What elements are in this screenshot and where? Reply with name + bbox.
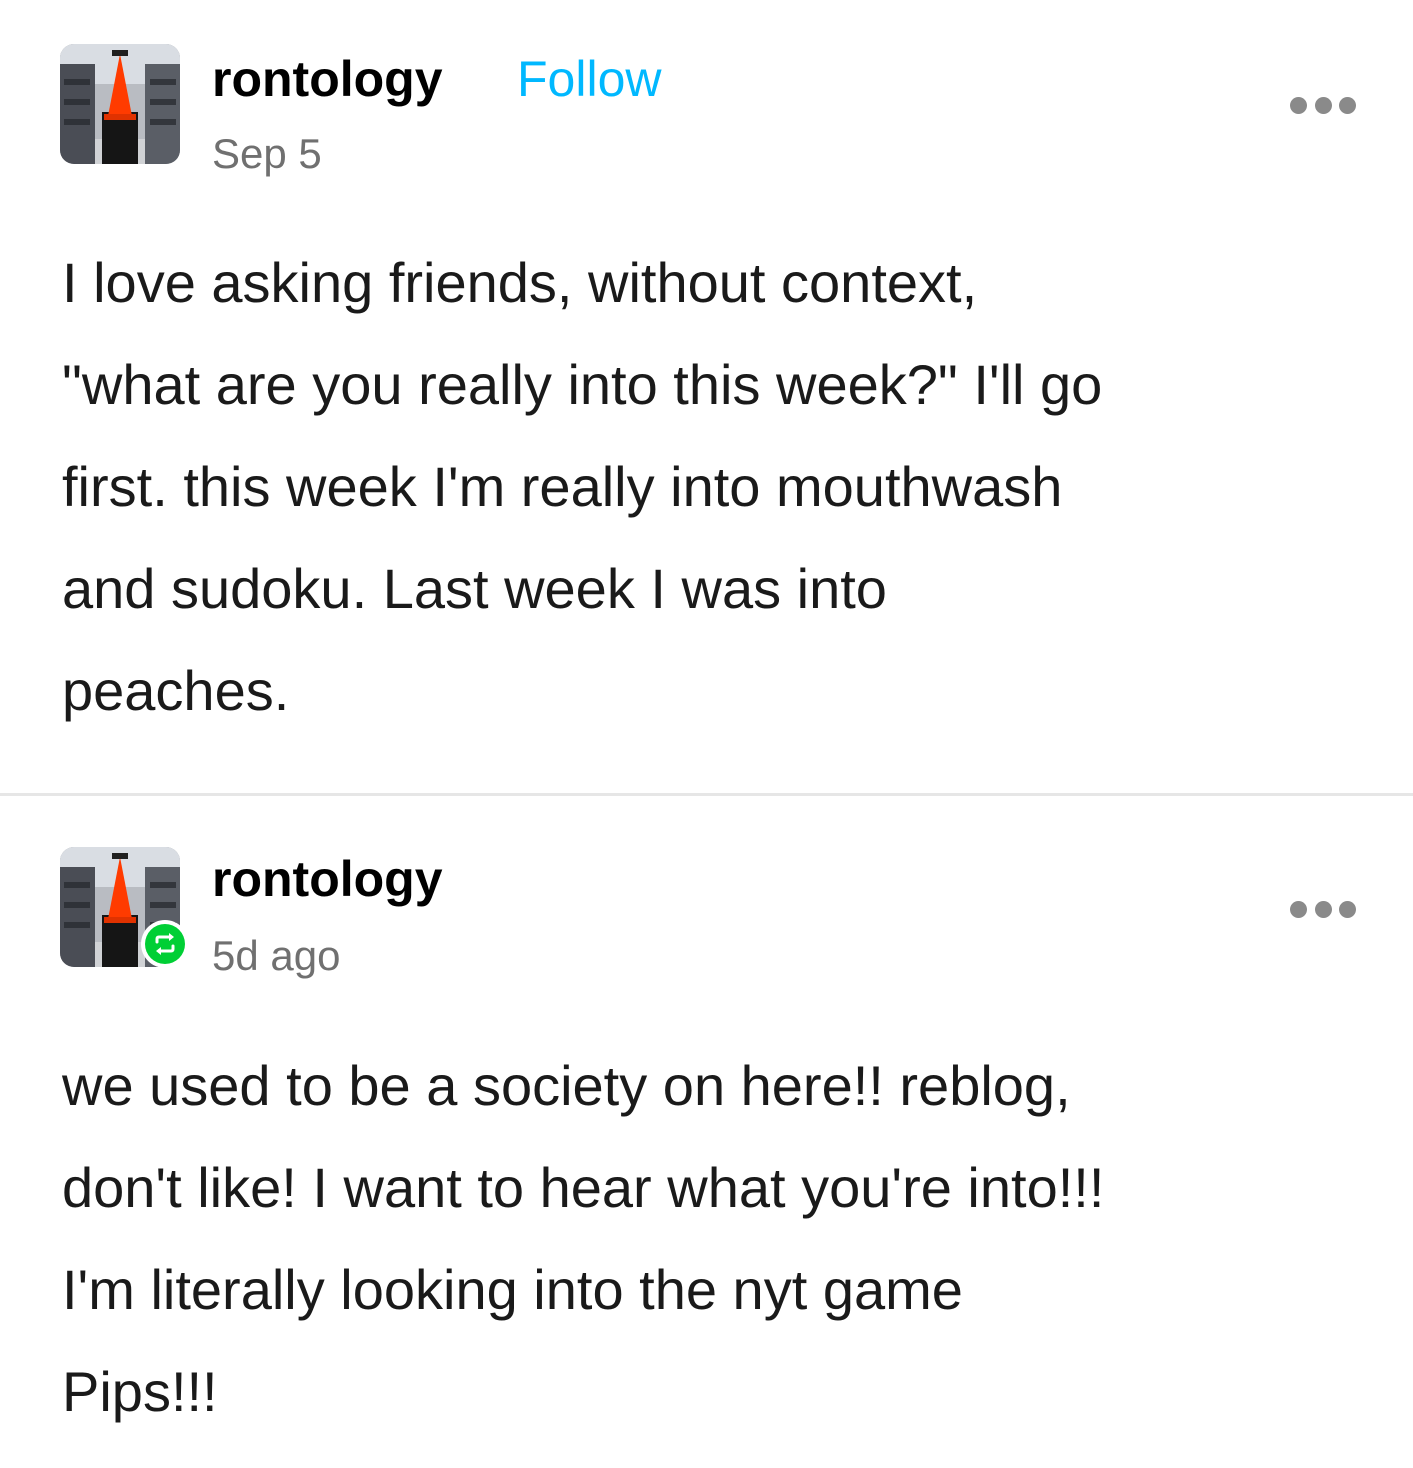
post-body-line: we used to be a society on here!! reblog… [62,1054,1071,1117]
dot [1314,900,1332,918]
post-body: we used to be a society on here!! reblog… [62,1035,1362,1443]
post-body-line: "what are you really into this week?" I'… [62,353,1103,416]
post-body-line: I'm literally looking into the nyt game [62,1258,963,1321]
post-body-line: Pips!!! [62,1360,218,1423]
post-body-line: don't like! I want to hear what you're i… [62,1156,1105,1219]
dot [1314,96,1332,114]
username[interactable]: rontology [212,854,443,904]
reblog-icon [145,924,185,964]
dot [1339,96,1356,114]
post-reblog: rontology 5d ago we used to be a society… [0,797,1413,1468]
username[interactable]: rontology [212,54,443,104]
post-body: I love asking friends, without context, … [62,232,1362,742]
more-options-icon[interactable] [1290,899,1356,919]
post-body-line: and sudoku. Last week I was into [62,557,887,620]
post-body-line: first. this week I'm really into mouthwa… [62,455,1063,518]
post-body-line: I love asking friends, without context, [62,251,978,314]
reblog-badge [141,920,189,968]
post-divider [0,793,1413,796]
avatar[interactable] [60,44,180,164]
post-timestamp[interactable]: Sep 5 [212,133,322,175]
post-body-line: peaches. [62,659,290,722]
avatar-image [60,44,180,164]
dot [1290,900,1307,918]
dot [1339,900,1356,918]
post-original: rontology Follow Sep 5 I love asking fri… [0,0,1413,795]
dot [1290,96,1307,114]
follow-button[interactable]: Follow [517,54,661,104]
more-options-icon[interactable] [1290,95,1356,115]
post-timestamp[interactable]: 5d ago [212,935,340,977]
